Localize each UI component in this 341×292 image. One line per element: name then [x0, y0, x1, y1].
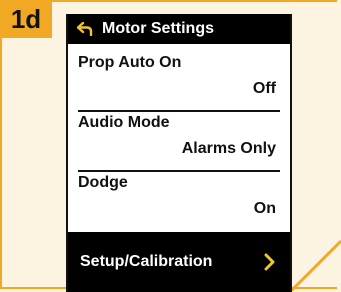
- screen-header: Motor Settings: [68, 14, 290, 44]
- setting-prop-auto-on[interactable]: Prop Auto On Off: [78, 54, 280, 112]
- setting-dodge[interactable]: Dodge On: [78, 174, 280, 232]
- setting-label: Audio Mode: [78, 114, 170, 131]
- chevron-right-icon: [264, 253, 276, 271]
- setting-value: Off: [252, 80, 276, 97]
- setting-value: Alarms Only: [181, 140, 276, 157]
- setting-value: On: [253, 200, 276, 217]
- step-badge: 1d: [0, 0, 52, 38]
- setup-calibration-label: Setup/Calibration: [80, 253, 213, 270]
- setup-calibration-button[interactable]: Setup/Calibration: [68, 232, 290, 292]
- setting-label: Prop Auto On: [78, 54, 182, 71]
- setting-audio-mode[interactable]: Audio Mode Alarms Only: [78, 114, 280, 172]
- back-arrow-icon[interactable]: [68, 22, 102, 36]
- page-title: Motor Settings: [102, 20, 214, 37]
- setting-label: Dodge: [78, 174, 128, 191]
- device-screen: Motor Settings Prop Auto On Off Audio Mo…: [66, 14, 292, 292]
